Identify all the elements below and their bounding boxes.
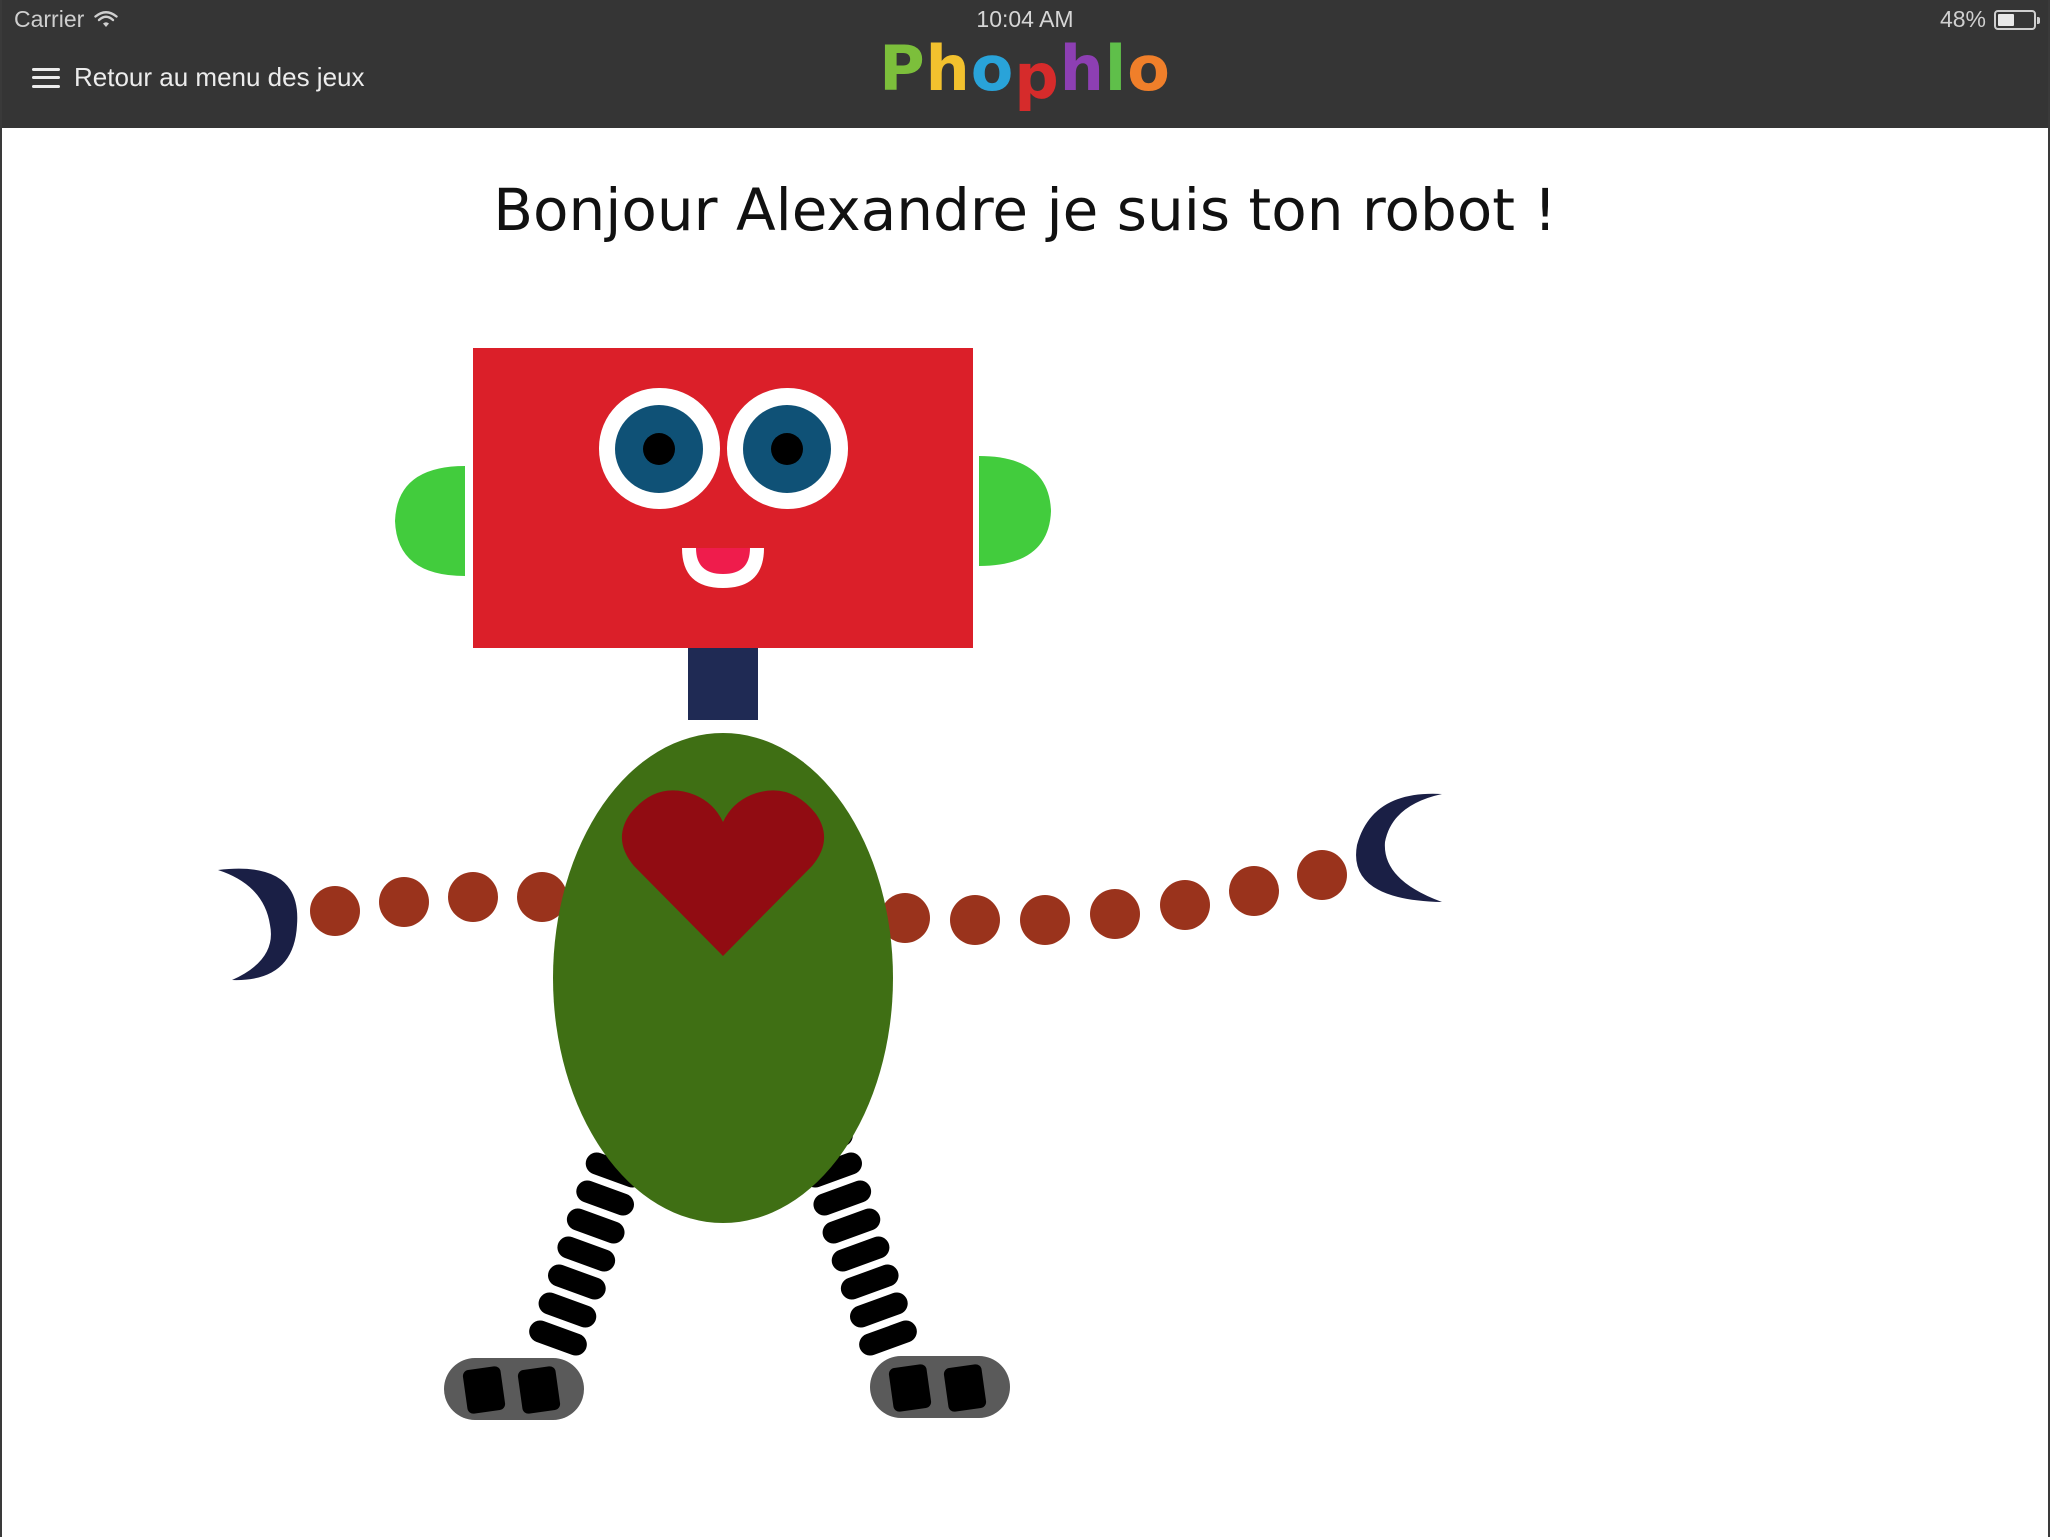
right-foot: [870, 1356, 1010, 1418]
left-eye: [599, 388, 720, 509]
left-ear: [395, 466, 465, 576]
robot-neck: [688, 640, 758, 720]
arm-joint: [1160, 880, 1210, 930]
right-hand: [1356, 793, 1442, 902]
right-eye: [727, 388, 848, 509]
arm-joint: [1297, 850, 1347, 900]
arm-joint: [379, 877, 429, 927]
right-ear: [979, 456, 1051, 566]
arm-joint: [310, 886, 360, 936]
left-hand: [218, 868, 298, 981]
robot-head: [473, 348, 973, 648]
arm-joint: [1090, 889, 1140, 939]
left-foot: [444, 1358, 584, 1420]
arm-joint: [950, 895, 1000, 945]
arm-joint: [1229, 866, 1279, 916]
app-screen: Carrier 10:04 AM 48% Retour au menu des …: [0, 0, 2050, 1537]
robot-illustration: [218, 348, 1442, 1420]
arm-joint: [1020, 895, 1070, 945]
robot-body: [553, 733, 893, 1223]
arm-joint: [448, 872, 498, 922]
